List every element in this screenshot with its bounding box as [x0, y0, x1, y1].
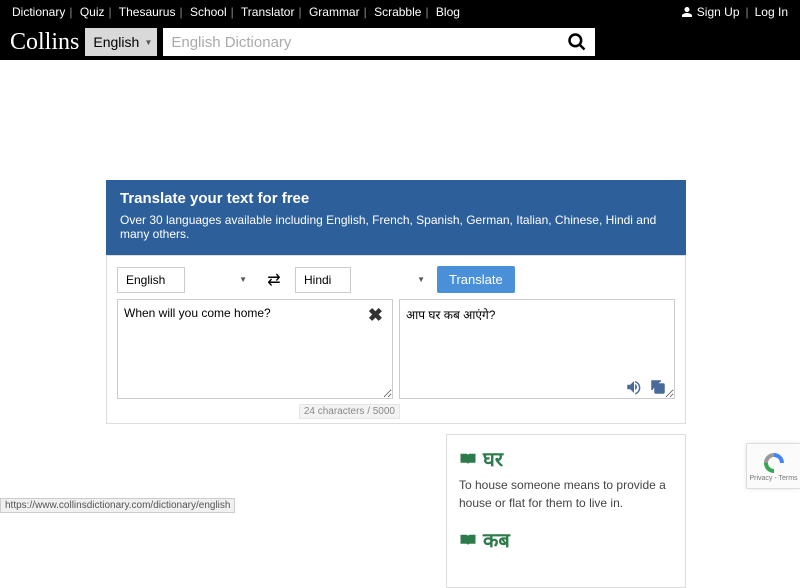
search-icon[interactable]: [567, 32, 587, 52]
nav-school[interactable]: School: [190, 5, 227, 19]
book-icon: [459, 452, 477, 466]
nav-blog[interactable]: Blog: [436, 5, 460, 19]
status-bar: https://www.collinsdictionary.com/dictio…: [0, 498, 235, 513]
result-word[interactable]: कब: [483, 526, 510, 553]
swap-languages-button[interactable]: ⇄: [259, 270, 289, 290]
language-selector[interactable]: English: [85, 28, 157, 56]
recaptcha-icon: [762, 451, 786, 475]
nav-thesaurus[interactable]: Thesaurus: [119, 5, 176, 19]
copy-icon[interactable]: [649, 378, 667, 396]
book-icon: [459, 533, 477, 547]
nav-grammar[interactable]: Grammar: [309, 5, 360, 19]
char-counter: 24 characters / 5000: [299, 404, 400, 419]
nav-dictionary[interactable]: Dictionary: [12, 5, 65, 19]
recaptcha-label: Privacy - Terms: [749, 475, 797, 482]
translate-banner: Translate your text for free Over 30 lan…: [106, 180, 686, 255]
from-language-select[interactable]: English: [117, 267, 185, 293]
signup-link[interactable]: Sign Up: [697, 5, 740, 19]
login-link[interactable]: Log In: [755, 5, 788, 19]
result-word[interactable]: घर: [483, 445, 503, 472]
search-input[interactable]: [171, 34, 567, 51]
user-icon: [681, 6, 693, 18]
recaptcha-badge[interactable]: Privacy - Terms: [746, 443, 800, 489]
banner-title: Translate your text for free: [120, 190, 672, 207]
header: Collins English: [0, 24, 800, 60]
translator-panel: English ⇄ Hindi Translate When will you …: [106, 255, 686, 424]
speaker-icon[interactable]: [625, 378, 643, 396]
definition-results: घर To house someone means to provide a h…: [446, 434, 686, 588]
result-definition: To house someone means to provide a hous…: [459, 476, 673, 512]
definition-entry: कब: [459, 526, 673, 553]
nav-quiz[interactable]: Quiz: [80, 5, 105, 19]
top-nav: Dictionary| Quiz| Thesaurus| School| Tra…: [12, 5, 460, 19]
auth-links: Sign Up | Log In: [681, 5, 788, 19]
nav-scrabble[interactable]: Scrabble: [374, 5, 421, 19]
clear-input-button[interactable]: ✖: [368, 305, 383, 326]
definition-entry: घर To house someone means to provide a h…: [459, 445, 673, 512]
to-language-select[interactable]: Hindi: [295, 267, 351, 293]
banner-subtitle: Over 30 languages available including En…: [120, 213, 672, 241]
search-box: [163, 28, 595, 56]
top-bar: Dictionary| Quiz| Thesaurus| School| Tra…: [0, 0, 800, 24]
translate-button[interactable]: Translate: [437, 266, 515, 293]
source-textarea[interactable]: When will you come home?: [117, 299, 393, 399]
logo[interactable]: Collins: [10, 29, 79, 56]
nav-translator[interactable]: Translator: [241, 5, 295, 19]
